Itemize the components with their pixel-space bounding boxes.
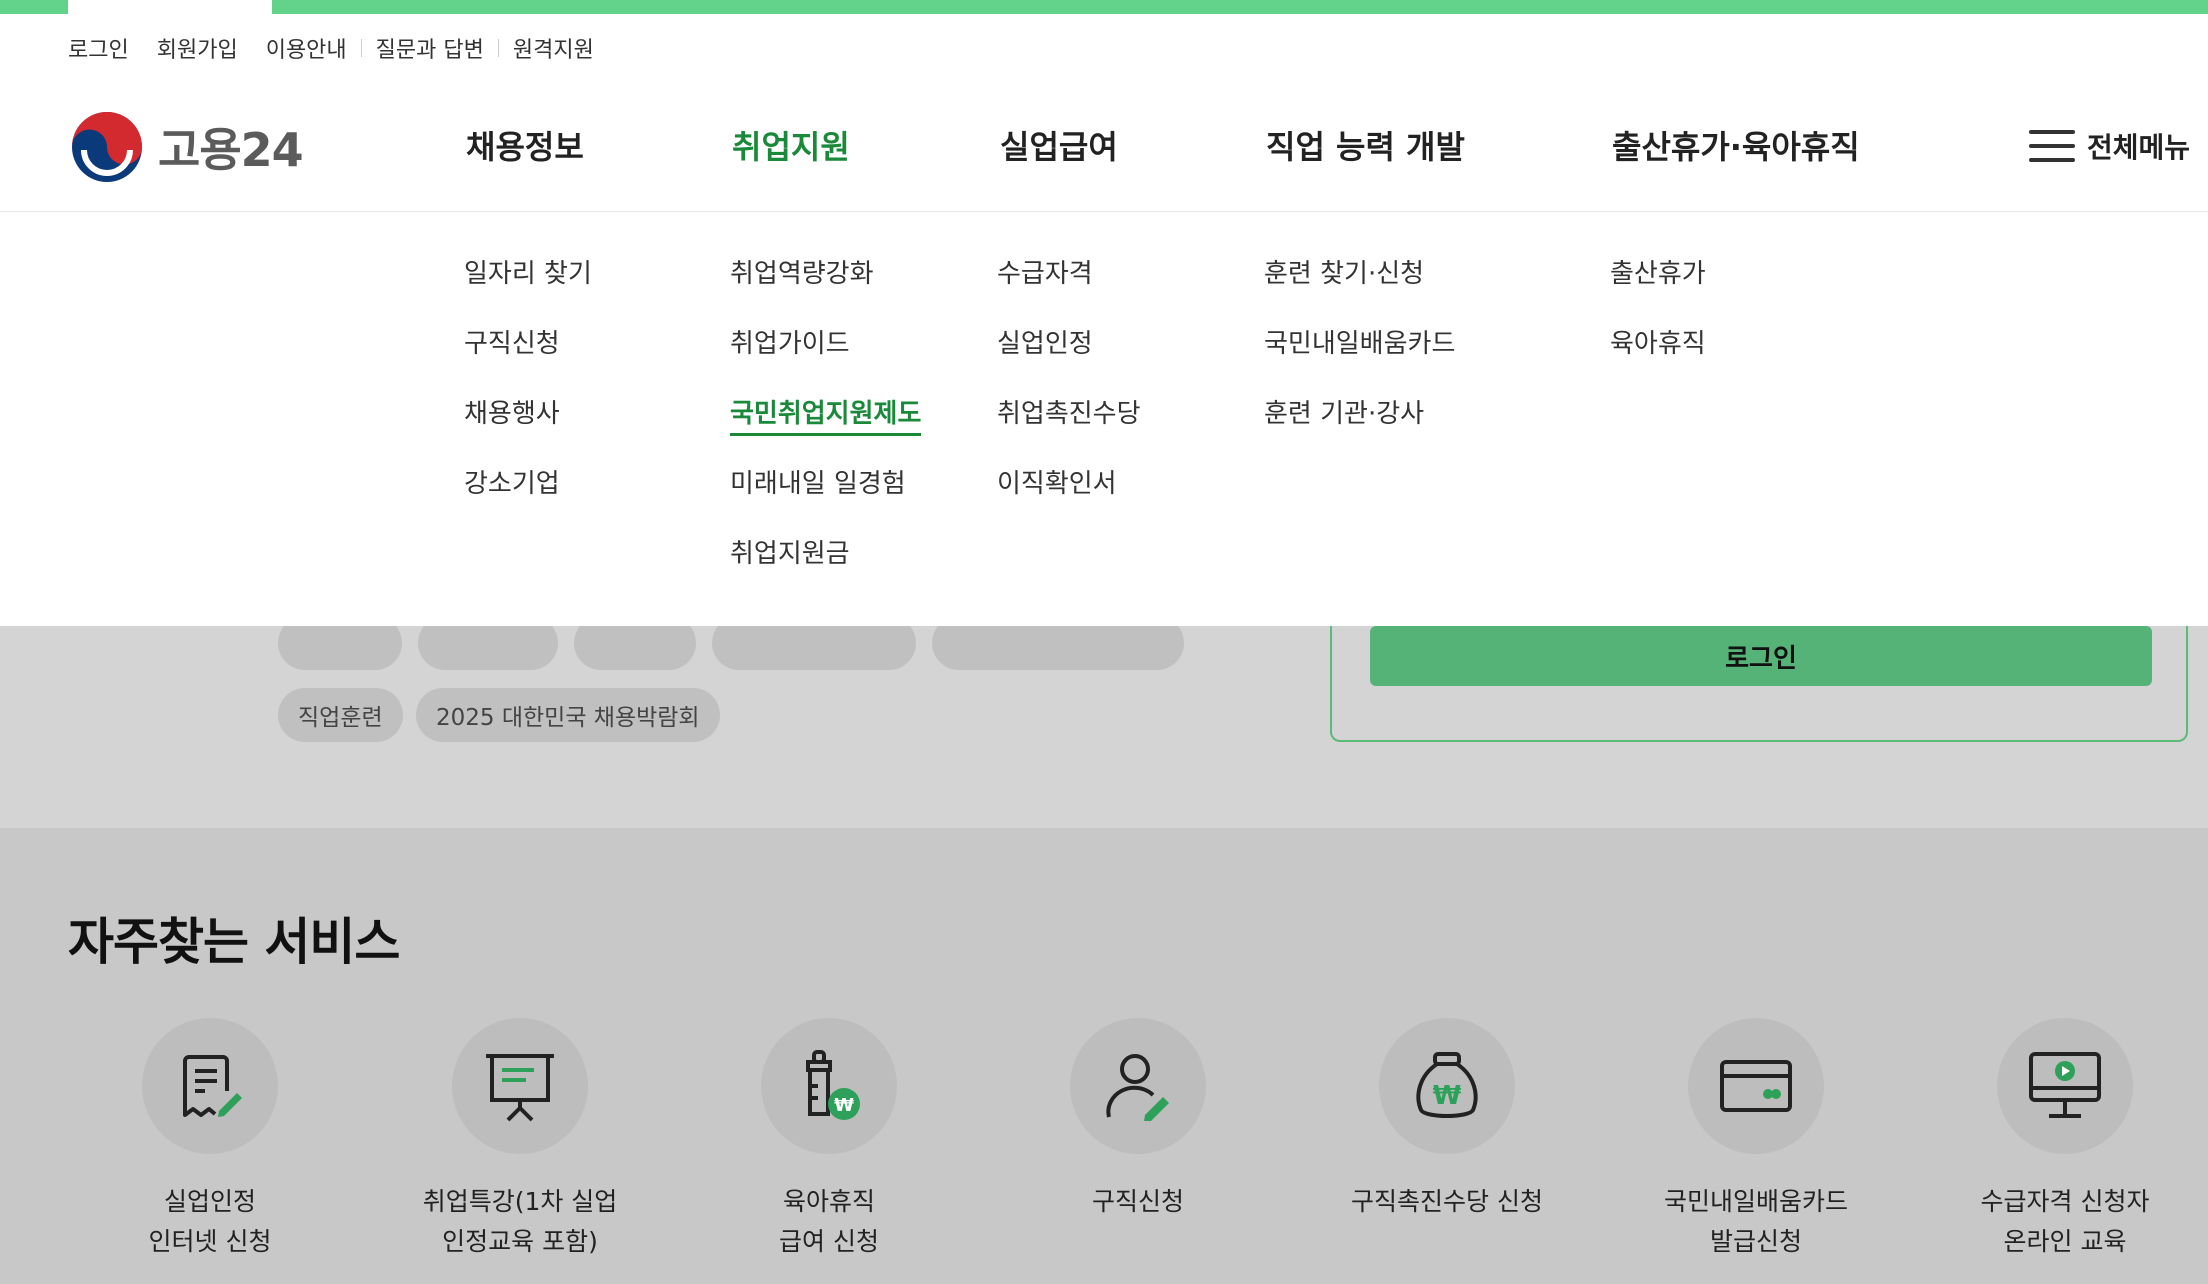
- mega-item[interactable]: 취업역량강화: [730, 256, 921, 326]
- site-logo[interactable]: 고용24: [70, 110, 304, 184]
- mega-item[interactable]: 이직확인서: [997, 466, 1141, 536]
- gnb-maternity-parental-leave[interactable]: 출산휴가·육아휴직: [1612, 122, 1860, 168]
- mega-item-active[interactable]: 국민취업지원제도: [730, 396, 922, 466]
- top-accent-bar: [0, 0, 2208, 14]
- mega-item[interactable]: 훈련 기관·강사: [1264, 396, 1455, 466]
- gnb-unemployment-benefit[interactable]: 실업급여: [1000, 122, 1118, 168]
- util-remote-support-link[interactable]: 원격지원: [513, 32, 594, 64]
- mega-item[interactable]: 취업촉진수당: [997, 396, 1141, 466]
- util-login-link[interactable]: 로그인: [68, 32, 129, 64]
- top-accent-tab: [68, 0, 272, 14]
- gnb-job-skill-development[interactable]: 직업 능력 개발: [1266, 122, 1465, 168]
- mega-item[interactable]: 국민내일배움카드: [1264, 326, 1455, 396]
- taegeuk-logo-icon: [72, 112, 142, 182]
- mega-item[interactable]: 실업인정: [997, 326, 1141, 396]
- mega-item[interactable]: 취업지원금: [730, 536, 921, 606]
- service-name: 구직촉진수당 신청: [1351, 1187, 1543, 1216]
- mega-col-employment-support: 취업역량강화 취업가이드 국민취업지원제도 미래내일 일경험 취업지원금: [730, 256, 922, 606]
- mega-item-active-label: 국민취업지원제도: [730, 399, 922, 436]
- mega-col-job-skill: 훈련 찾기·신청 국민내일배움카드 훈련 기관·강사: [1264, 256, 1455, 466]
- mega-item[interactable]: 육아휴직: [1610, 326, 1706, 396]
- mega-item[interactable]: 구직신청: [464, 326, 592, 396]
- service-name: 수급자격 신청자 온라인 교육: [1980, 1187, 2150, 1256]
- person-edit-icon: [1106, 1054, 1169, 1121]
- mega-dropdown-menu: 일자리 찾기 구직신청 채용행사 강소기업 취업역량강화 취업가이드 국민취업지…: [0, 212, 2208, 626]
- mega-item[interactable]: 출산휴가: [1610, 256, 1706, 326]
- service-item[interactable]: 실업인정 인터넷 신청: [70, 1018, 350, 1262]
- baby-bottle-won-icon: ₩: [806, 1050, 860, 1120]
- service-item[interactable]: 국민내일배움카드 발급신청: [1616, 1018, 1896, 1262]
- util-divider: [497, 39, 499, 57]
- site-header: 고용24 채용정보 취업지원 실업급여 직업 능력 개발 출산휴가·육아휴직 전…: [0, 80, 2208, 212]
- mega-item[interactable]: 강소기업: [464, 466, 592, 536]
- service-item[interactable]: ₩ 육아휴직 급여 신청: [689, 1018, 969, 1262]
- service-name: 취업특강(1차 실업 인정교육 포함): [422, 1187, 618, 1256]
- monitor-play-icon: [2029, 1052, 2101, 1118]
- mega-item[interactable]: 일자리 찾기: [464, 256, 592, 326]
- mega-item[interactable]: 훈련 찾기·신청: [1264, 256, 1455, 326]
- service-item[interactable]: 취업특강(1차 실업 인정교육 포함): [380, 1018, 660, 1262]
- keyword-chip-job-fair[interactable]: 2025 대한민국 채용박람회: [416, 688, 720, 742]
- document-edit-icon: [183, 1055, 242, 1117]
- util-guide-link[interactable]: 이용안내: [266, 32, 347, 64]
- mega-col-recruit-info: 일자리 찾기 구직신청 채용행사 강소기업: [464, 256, 592, 536]
- section-title: 자주찾는 서비스: [68, 913, 400, 971]
- utility-links: 로그인 회원가입 이용안내 질문과 답변 원격지원: [68, 30, 594, 66]
- mega-item[interactable]: 채용행사: [464, 396, 592, 466]
- service-item[interactable]: 수급자격 신청자 온라인 교육: [1925, 1018, 2205, 1262]
- keyword-chip-training[interactable]: 직업훈련: [278, 688, 403, 742]
- mega-col-maternity: 출산휴가 육아휴직: [1610, 256, 1706, 396]
- gnb-employment-support[interactable]: 취업지원: [732, 122, 850, 168]
- mega-col-unemployment-benefit: 수급자격 실업인정 취업촉진수당 이직확인서: [997, 256, 1141, 536]
- gnb-recruit-info[interactable]: 채용정보: [466, 122, 584, 168]
- money-bag-won-icon: ₩: [1416, 1052, 1478, 1118]
- mega-item[interactable]: 수급자격: [997, 256, 1141, 326]
- card-icon: [1720, 1060, 1792, 1112]
- mega-item[interactable]: 미래내일 일경험: [730, 466, 921, 536]
- svg-text:₩: ₩: [834, 1095, 854, 1116]
- util-signup-link[interactable]: 회원가입: [157, 32, 238, 64]
- presentation-board-icon: [486, 1054, 554, 1122]
- all-menu-label: 전체메뉴: [2086, 131, 2190, 164]
- service-item[interactable]: 구직신청: [998, 1018, 1278, 1222]
- service-name: 국민내일배움카드 발급신청: [1663, 1187, 1848, 1256]
- service-item[interactable]: ₩ 구직촉진수당 신청: [1307, 1018, 1587, 1222]
- mega-item[interactable]: 취업가이드: [730, 326, 921, 396]
- logo-text: 고용24: [158, 123, 304, 177]
- svg-text:₩: ₩: [1433, 1081, 1462, 1111]
- service-name: 육아휴직 급여 신청: [779, 1187, 879, 1256]
- login-button[interactable]: 로그인: [1370, 626, 2152, 686]
- util-qna-link[interactable]: 질문과 답변: [376, 32, 484, 64]
- all-menu-button[interactable]: 전체메뉴: [2028, 126, 2190, 166]
- service-name: 실업인정 인터넷 신청: [148, 1187, 272, 1256]
- service-name: 구직신청: [1091, 1187, 1184, 1216]
- hamburger-icon: [2028, 130, 2075, 162]
- util-divider: [360, 39, 362, 57]
